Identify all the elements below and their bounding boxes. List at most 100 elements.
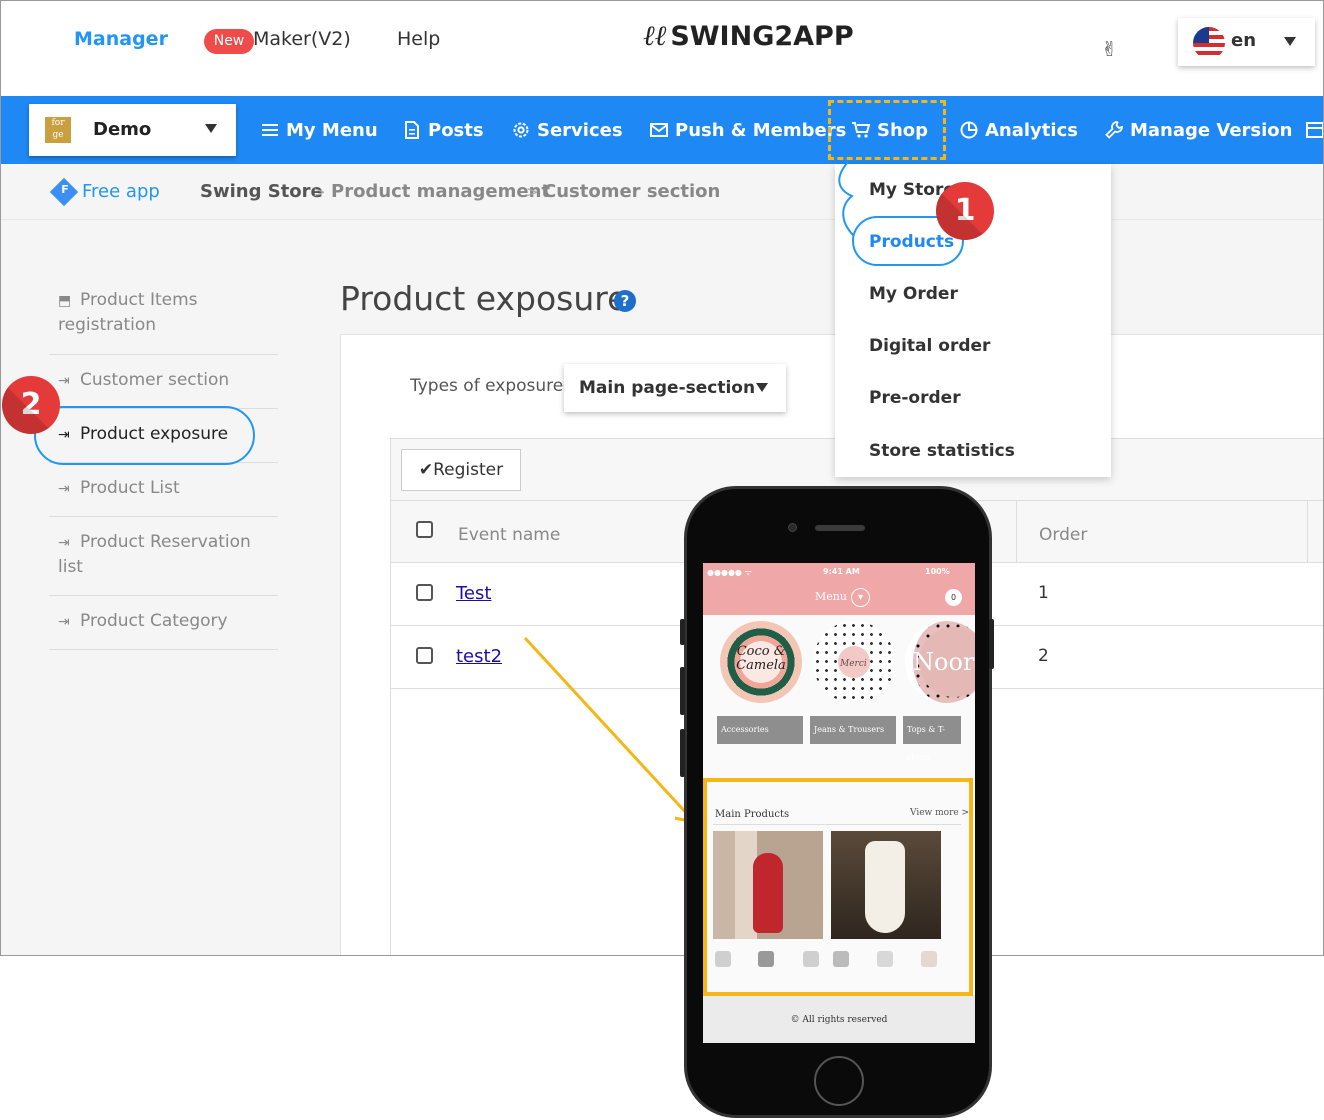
us-flag-icon [1193,27,1225,59]
nav-services[interactable]: Services [511,116,623,144]
wrench-icon [1105,121,1123,139]
new-badge: New [204,29,254,54]
nav-manage-version[interactable]: Manage Version [1104,116,1292,144]
sidebar-item-product-items[interactable]: ⬒ Product Items registration [49,280,278,355]
crumb-swing-store[interactable]: Swing Store [200,181,323,202]
column-divider [1016,501,1017,563]
battery-level: 100% [925,567,950,576]
maker-link[interactable]: Maker(V2) [253,28,351,50]
panel-icon [1306,122,1323,138]
crumb-separator: > [313,183,326,201]
sidebar-item-customer-section[interactable]: ⇥ Customer section [49,355,278,409]
home-button[interactable] [814,1056,864,1106]
app-header: ●●●●● ᯤ 9:41 AM 100% Menu ▾ 0 [703,563,975,615]
sidebar-item-label: Product Items registration [58,290,198,335]
category-label[interactable]: Accessories [717,716,803,744]
row-order: 2 [1038,646,1049,666]
phone-side-button [680,729,685,777]
breadcrumb: F Free app Swing Store > Product managem… [1,164,1323,220]
exposure-type-value: Main page-section [579,378,756,398]
crumb-separator: > [526,183,539,201]
sidebar-item-label: Product Category [80,611,228,631]
front-camera [788,523,797,532]
step-2-badge: 2 [2,376,60,434]
hamburger-icon [262,124,278,136]
app-menu-title[interactable]: Menu [815,590,847,603]
pointer-arrow [523,636,695,824]
sidebar-item-product-list[interactable]: ⇥ Product List [49,463,278,517]
noor-logo-text: Noor [913,648,975,676]
envelope-icon [650,123,668,137]
row-checkbox[interactable] [416,584,433,601]
select-all-checkbox[interactable] [416,521,433,538]
language-select[interactable]: en [1178,18,1315,66]
category-label[interactable]: Jeans & Trousers [810,716,896,744]
phone-side-button [680,619,685,645]
status-time: 9:41 AM [823,567,860,576]
phone-side-button [680,667,685,715]
nav-push-members[interactable]: Push & Members [649,116,846,144]
sidebar-item-label: Product Reservation list [58,532,251,577]
sidebar: ⬒ Product Items registration ⇥ Customer se… [49,280,278,650]
row-event-link[interactable]: Test [456,583,491,604]
nav-my-menu[interactable]: My Menu [260,116,378,144]
inbox-icon: ⬒ [58,293,72,309]
nav-more[interactable] [1305,116,1323,144]
logo-mark: ℓℓ [643,19,667,52]
top-header: Manager New Maker(V2) Help ℓℓ SWING2APP … [1,1,1323,96]
column-order: Order [1039,525,1088,545]
swing2app-logo[interactable]: ℓℓ SWING2APP [643,19,854,53]
nav-analytics[interactable]: Analytics [959,116,1078,144]
crumb-product-management[interactable]: Product management [331,181,550,202]
sidebar-item-product-category[interactable]: ⇥ Product Category [49,596,278,650]
row-event-link[interactable]: test2 [456,646,502,667]
pie-chart-icon [960,121,978,139]
merci-logo-text: Merci [840,659,867,669]
logo-text: SWING2APP [670,20,854,52]
menu-item-pre-order[interactable]: Pre-order [869,388,961,408]
free-app-icon-letter: F [61,183,69,196]
menu-down-icon[interactable]: ▾ [851,588,870,607]
signal-indicator: ●●●●● ᯤ [707,568,752,577]
nav-posts[interactable]: Posts [402,116,484,144]
nav-label: Push & Members [675,119,847,141]
footer-copyright: © All rights reserved [790,1015,888,1025]
caret-down-icon [205,124,217,133]
menu-item-digital-order[interactable]: Digital order [869,336,990,356]
sidebar-item-product-reservation[interactable]: ⇥ Product Reservation list [49,517,278,596]
nav-label: Analytics [985,119,1078,141]
menu-item-store-statistics[interactable]: Store statistics [869,441,1015,461]
help-link[interactable]: Help [397,28,440,50]
column-event-name: Event name [458,525,561,545]
main-navbar: for ge Demo My Menu Posts Services Push … [1,96,1323,164]
manager-link[interactable]: Manager [74,28,168,50]
column-divider [1307,501,1308,563]
category-label[interactable]: Tops & T-shirts [903,716,961,762]
menu-item-my-order[interactable]: My Order [869,284,958,304]
cart-count-badge[interactable]: 0 [945,589,962,606]
caret-down-icon [756,383,768,392]
register-button[interactable]: ✔Register [401,449,521,491]
sign-in-icon: ⇥ [58,481,70,497]
peace-hand-icon[interactable]: ✌ [1101,37,1118,61]
types-of-exposure-label: Types of exposure [410,376,564,396]
language-value: en [1231,30,1257,51]
gear-icon [513,122,529,138]
help-icon[interactable]: ? [614,290,636,312]
sidebar-item-label: Customer section [80,370,230,390]
caret-down-icon [1284,37,1296,46]
nav-label: Services [537,119,623,141]
row-order: 1 [1038,583,1049,603]
nav-label: Manage Version [1130,119,1293,141]
nav-label: My Menu [286,119,378,141]
exposure-type-select[interactable]: Main page-section [564,364,786,412]
app-selector[interactable]: for ge Demo [29,104,236,156]
connector-line [838,161,855,237]
step-1-badge: 1 [936,182,994,240]
row-checkbox[interactable] [416,647,433,664]
app-name: Demo [93,119,152,140]
app-thumbnail: for ge [45,117,71,143]
free-app-label[interactable]: Free app [82,181,160,202]
crumb-customer-section[interactable]: Customer section [543,181,720,202]
coco-logo-text: Coco & Camela [736,644,786,673]
